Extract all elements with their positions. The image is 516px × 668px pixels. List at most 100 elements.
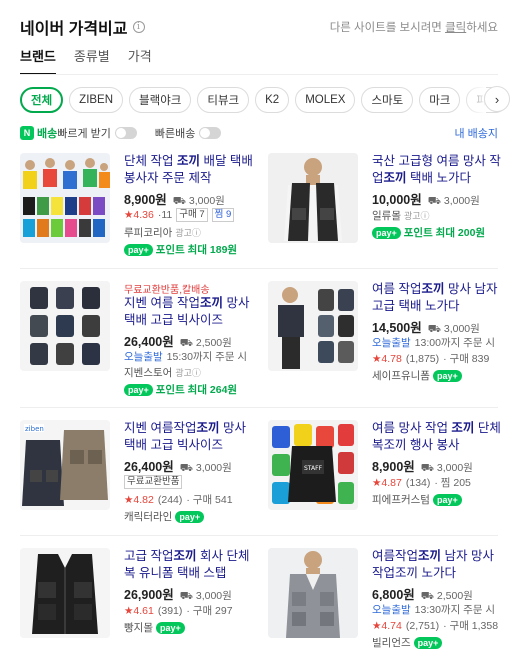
- quick-delivery-filter[interactable]: 빠른배송: [155, 125, 239, 141]
- product-image[interactable]: ziben: [20, 420, 110, 510]
- tab-type[interactable]: 종류별: [74, 46, 110, 75]
- chip-mark[interactable]: 마크: [419, 87, 461, 113]
- npay-fast-filter[interactable]: N 배송 빠르게 받기: [20, 125, 155, 141]
- product-card[interactable]: 단체 작업 조끼 배달 택배 봉사자 주문 제작 8,900원 ⛟ 3,000원…: [20, 153, 260, 285]
- store-name[interactable]: 루피코리아: [124, 225, 172, 240]
- purchase-badge: 구매 7: [176, 208, 208, 222]
- point-text: 포인트 최대 200원: [403, 227, 486, 239]
- product-card[interactable]: 무료교환반품,칼배송 지벤 여름 작업조끼 망사 택배 고급 빅사이즈 26,4…: [20, 281, 260, 413]
- product-title[interactable]: 국산 고급형 여름 망사 작업조끼 택배 노가다: [372, 153, 504, 186]
- ad-label[interactable]: 광고ⓘ: [404, 209, 430, 222]
- product-image[interactable]: [20, 548, 110, 638]
- store-row: 피에프커스텀 pay+: [372, 492, 462, 507]
- quick-delivery-toggle[interactable]: [199, 127, 222, 139]
- product-title[interactable]: 여름 작업조끼 망사 남자 고급 택배 노가다: [372, 281, 504, 314]
- brand-chip-list: 전체 ZIBEN 블랙야크 티뷰크 K2 MOLEX 스마토 마크 파브: [20, 87, 508, 113]
- product-title[interactable]: 여름작업조끼 남자 망사작업조끼 노가다: [372, 548, 504, 581]
- store-name[interactable]: 지벤스토어: [124, 365, 172, 380]
- info-icon[interactable]: i: [132, 21, 145, 33]
- product-card[interactable]: 여름 작업조끼 망사 남자 고급 택배 노가다 14,500원 ⛟ 3,000원…: [268, 281, 508, 413]
- chip-ziben[interactable]: ZIBEN: [69, 87, 124, 113]
- free-return-badge: 무료교환반품: [124, 475, 183, 489]
- naver-price-compare-widget: 네이버 가격비교 i 다른 사이트를 보시려면 클릭하세요 브랜드 종류별 가격…: [0, 0, 516, 668]
- product-price: 10,000원 ⛟ 3,000원: [372, 193, 480, 207]
- store-row: 루피코리아 광고ⓘ: [124, 225, 201, 240]
- store-name[interactable]: 세이프유니폼: [372, 368, 430, 383]
- store-row: 빵지몰 pay+: [124, 620, 185, 635]
- npay-plus-badge: pay+: [372, 226, 401, 239]
- npay-fast-toggle[interactable]: [114, 127, 137, 139]
- chip-smato[interactable]: 스마토: [361, 87, 414, 113]
- rating: ★4.36: [124, 209, 154, 221]
- pay-point-row: pay+ 포인트 최대 200원: [372, 225, 485, 240]
- other-site-link[interactable]: 클릭: [445, 22, 466, 34]
- row-divider: [20, 535, 498, 536]
- npay-plus-badge: pay+: [413, 636, 443, 649]
- store-name[interactable]: 일류몰: [372, 208, 401, 223]
- product-title[interactable]: 지벤 여름 작업조끼 망사 택배 고급 빅사이즈: [124, 295, 256, 328]
- product-image[interactable]: [268, 548, 358, 638]
- wish-badge: 찜 9: [211, 208, 235, 222]
- product-card[interactable]: 고급 작업조끼 회사 단체복 유니폼 택배 스탭 26,900원 ⛟ 3,000…: [20, 548, 260, 668]
- row-divider: [20, 407, 498, 408]
- product-price: 6,800원 ⛟ 2,500원: [372, 588, 473, 602]
- product-card[interactable]: STAFF 여름 망사 작업 조끼 단체복조끼 행사 봉사 8,900원 ⛟ 3…: [268, 420, 508, 552]
- product-meta: ★4.74 (2,751) · 구매 1,358: [372, 619, 499, 633]
- widget-title: 네이버 가격비교: [20, 21, 128, 38]
- product-price: 8,900원 ⛟ 3,000원: [372, 460, 473, 474]
- store-row: 지벤스토어 광고ⓘ: [124, 365, 201, 380]
- product-meta: ★4.82 (244) · 구매 541: [124, 493, 233, 507]
- store-name[interactable]: 캐릭터라인: [124, 509, 172, 524]
- point-text: 포인트 최대 189원: [155, 244, 238, 256]
- shipping-fee: ⛟ 3,000원: [179, 590, 232, 602]
- chip-k2[interactable]: K2: [255, 87, 290, 113]
- chip-molex[interactable]: MOLEX: [295, 87, 356, 113]
- product-image[interactable]: [268, 153, 358, 243]
- npay-plus-badge: pay+: [432, 493, 462, 506]
- chip-all[interactable]: 전체: [20, 87, 64, 113]
- svg-text:STAFF: STAFF: [304, 465, 323, 472]
- store-name[interactable]: 빵지몰: [124, 620, 153, 635]
- today-delivery: 오늘출발 13:00까지 주문 시: [372, 337, 496, 349]
- product-card[interactable]: 국산 고급형 여름 망사 작업조끼 택배 노가다 10,000원 ⛟ 3,000…: [268, 153, 508, 285]
- product-price: 14,500원 ⛟ 3,000원: [372, 321, 480, 335]
- chip-tibuk[interactable]: 티뷰크: [197, 87, 250, 113]
- promo-text: 무료교환반품,칼배송: [124, 285, 210, 296]
- product-price: 26,400원 ⛟ 2,500원: [124, 335, 232, 349]
- product-image[interactable]: [20, 153, 110, 243]
- product-card[interactable]: 여름작업조끼 남자 망사작업조끼 노가다 6,800원 ⛟ 2,500원 오늘출…: [268, 548, 508, 668]
- product-title[interactable]: 단체 작업 조끼 배달 택배 봉사자 주문 제작: [124, 153, 256, 186]
- product-price: 8,900원 ⛟ 3,000원: [124, 193, 225, 207]
- other-site-notice: 다른 사이트를 보시려면 클릭하세요: [329, 22, 498, 34]
- store-name[interactable]: 피에프커스텀: [372, 492, 430, 507]
- product-image[interactable]: STAFF: [268, 420, 358, 510]
- tab-brand[interactable]: 브랜드: [20, 46, 56, 75]
- store-name[interactable]: 빌리언즈: [372, 635, 411, 650]
- rating: ★4.74: [372, 619, 402, 632]
- widget-header: 네이버 가격비교 i 다른 사이트를 보시려면 클릭하세요: [20, 16, 498, 38]
- shipping-fee: ⛟ 3,000원: [427, 195, 480, 207]
- product-image[interactable]: [268, 281, 358, 371]
- store-row: 세이프유니폼 pay+: [372, 368, 462, 383]
- chevron-right-icon[interactable]: ›: [484, 86, 510, 112]
- rating: ★4.78: [372, 352, 402, 365]
- store-row: 캐릭터라인 pay+: [124, 509, 205, 524]
- npay-plus-badge: pay+: [432, 369, 462, 382]
- chip-blackyak[interactable]: 블랙야크: [129, 87, 192, 113]
- product-card[interactable]: ziben 지벤 여름작업조끼 망사 택배 고급 빅사이즈 26,400원 ⛟ …: [20, 420, 260, 552]
- ad-label[interactable]: 광고ⓘ: [175, 226, 201, 239]
- svg-text:ziben: ziben: [25, 425, 44, 433]
- product-title[interactable]: 고급 작업조끼 회사 단체복 유니폼 택배 스탭: [124, 548, 256, 581]
- product-title[interactable]: 여름 망사 작업 조끼 단체복조끼 행사 봉사: [372, 420, 504, 453]
- chip-fade: [462, 84, 486, 116]
- my-address-link[interactable]: 내 배송지: [454, 125, 498, 141]
- product-title[interactable]: 지벤 여름작업조끼 망사 택배 고급 빅사이즈: [124, 420, 256, 453]
- product-image[interactable]: [20, 281, 110, 371]
- product-meta: ★4.87 (134) · 찜 205: [372, 476, 471, 490]
- rating: ★4.87: [372, 476, 402, 489]
- rating: ★4.61: [124, 604, 154, 617]
- ad-label[interactable]: 광고ⓘ: [175, 366, 201, 379]
- tab-price[interactable]: 가격: [128, 46, 152, 75]
- npay-plus-badge: pay+: [175, 510, 205, 523]
- tab-divider: [20, 74, 498, 75]
